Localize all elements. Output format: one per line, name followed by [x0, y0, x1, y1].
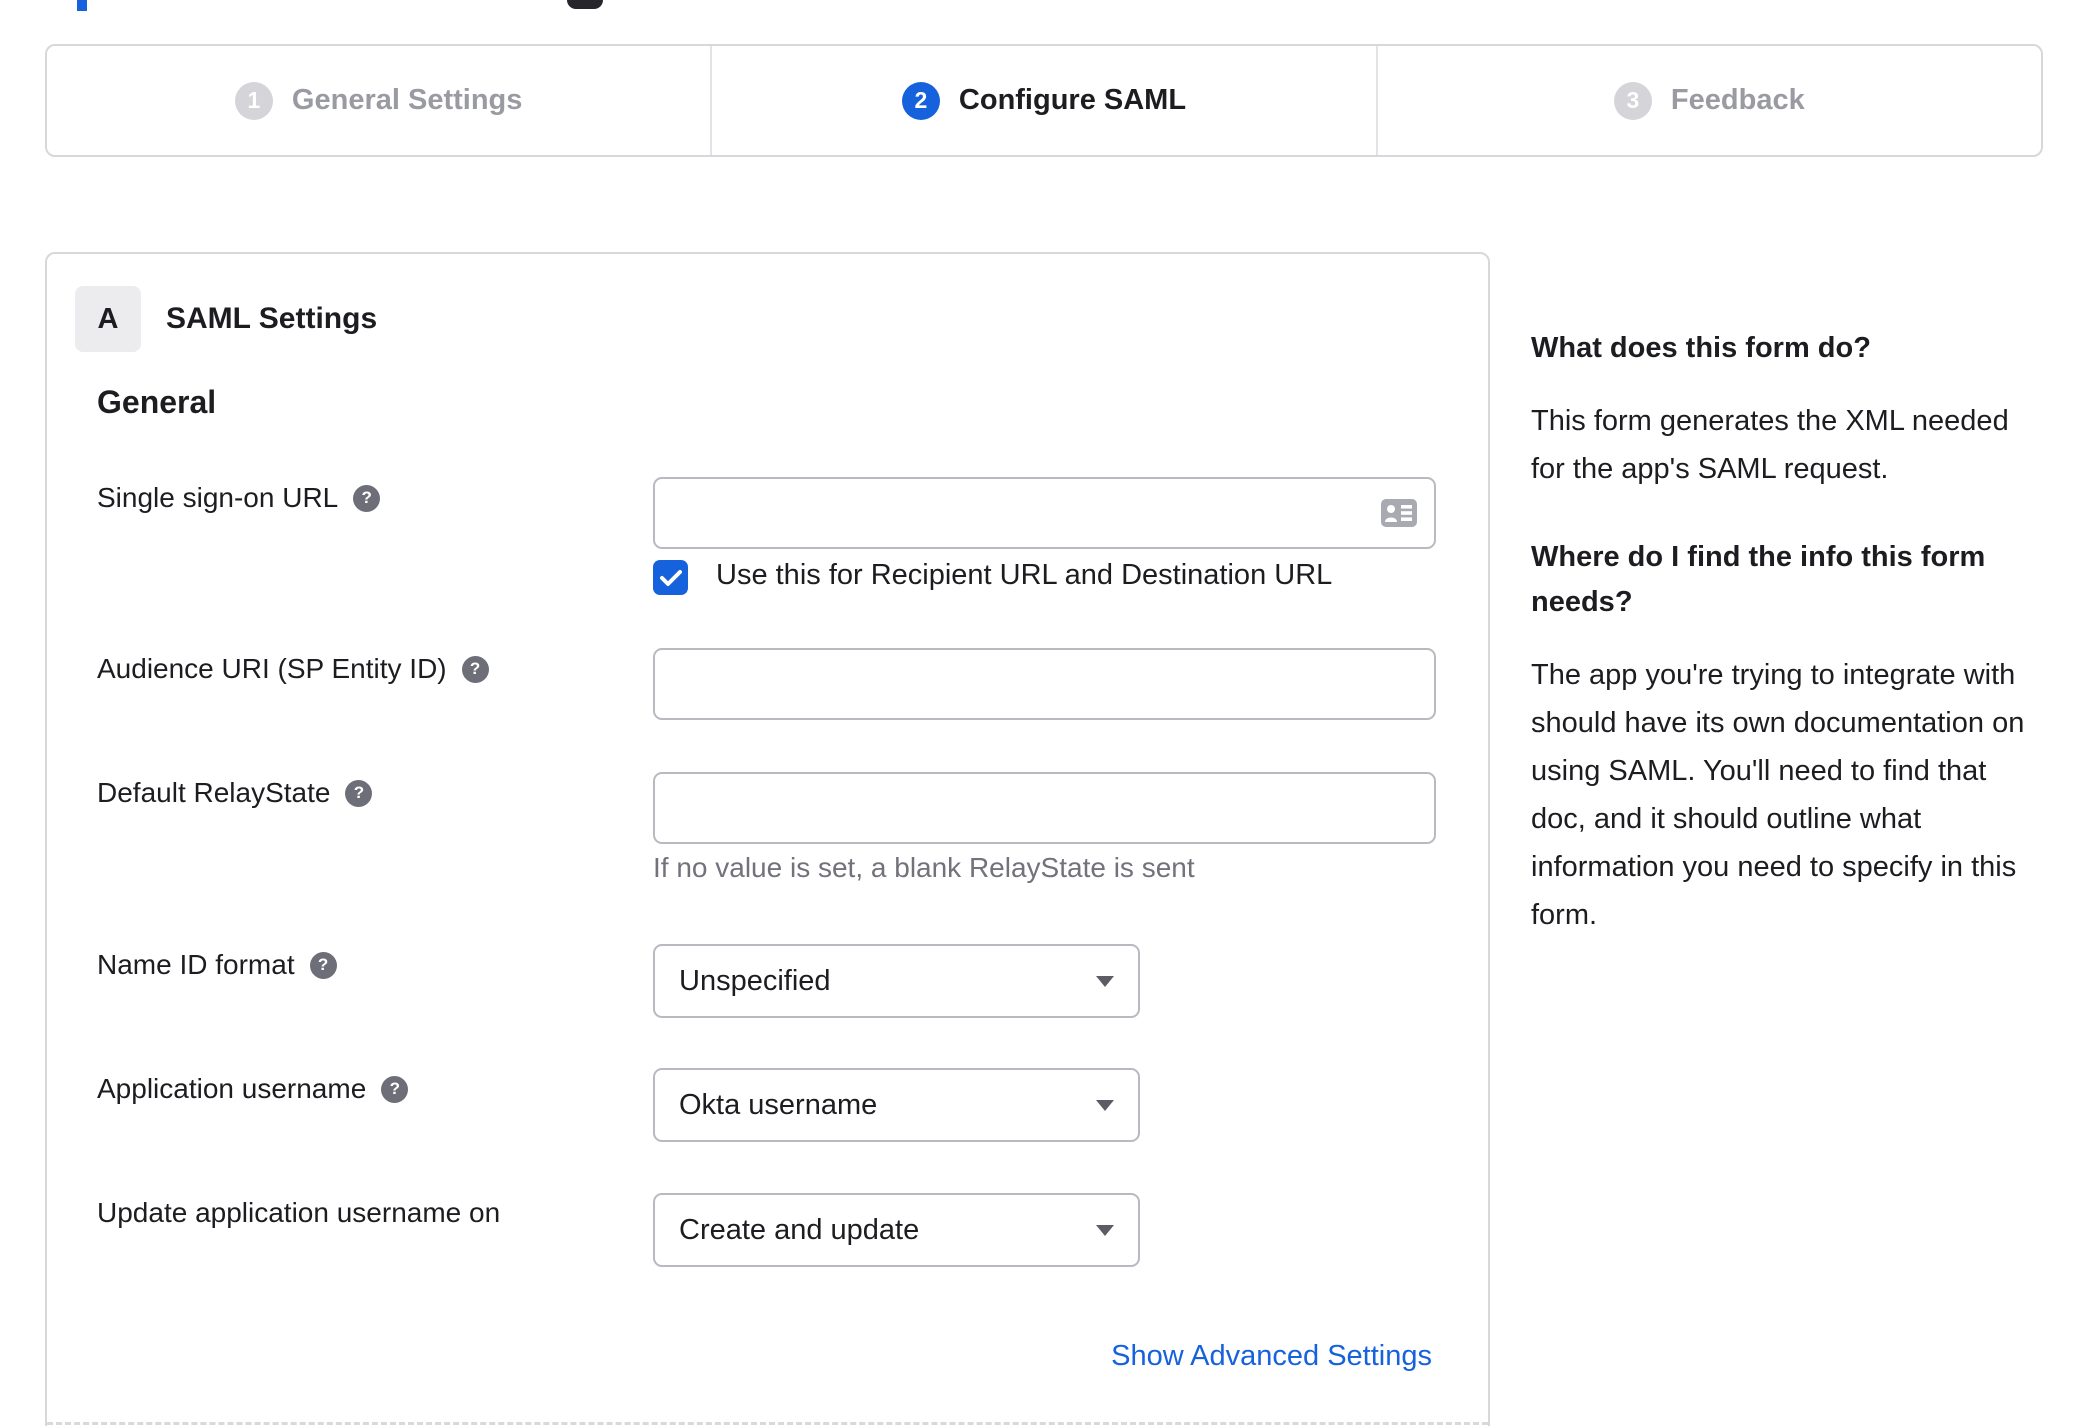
name-id-format-select[interactable]: Unspecified — [653, 944, 1140, 1018]
use-for-recipient-checkbox[interactable] — [653, 560, 688, 595]
single-sign-on-url-input[interactable] — [653, 477, 1436, 549]
help-icon[interactable]: ? — [345, 779, 373, 807]
step-configure-saml[interactable]: 2 Configure SAML — [710, 46, 1375, 155]
section-badge: A — [75, 286, 141, 352]
sidebar-question-body: The app you're trying to integrate with … — [1531, 659, 2025, 931]
show-advanced-settings-link[interactable]: Show Advanced Settings — [1111, 1340, 1432, 1373]
group-heading-general: General — [97, 384, 217, 420]
step-label: Configure SAML — [958, 84, 1187, 116]
step-label: General Settings — [291, 84, 523, 116]
step-label: Feedback — [1670, 84, 1805, 116]
step-number-badge: 3 — [1613, 81, 1652, 120]
step-number-badge: 2 — [901, 81, 940, 120]
saml-settings-panel: A SAML Settings General Single sign-on U… — [45, 252, 1490, 1426]
help-icon[interactable]: ? — [381, 1075, 409, 1103]
step-feedback[interactable]: 3 Feedback — [1375, 46, 2041, 155]
update-app-username-select[interactable]: Create and update — [653, 1193, 1140, 1267]
application-username-label: Application username ? — [97, 1073, 409, 1105]
cutoff-dark-artifact — [567, 0, 603, 9]
help-icon[interactable]: ? — [309, 951, 337, 979]
help-sidebar: What does this form do? This form genera… — [1531, 326, 2047, 981]
check-icon — [659, 569, 682, 586]
sidebar-question-title: What does this form do? — [1531, 332, 1871, 364]
step-number-badge: 1 — [234, 81, 273, 120]
chevron-down-icon — [1096, 976, 1114, 987]
section-divider — [47, 1422, 1488, 1425]
select-value: Okta username — [679, 1088, 878, 1121]
field-label-text: Application username — [97, 1073, 367, 1104]
section-title: SAML Settings — [166, 302, 378, 335]
audience-uri-label: Audience URI (SP Entity ID) ? — [97, 653, 489, 685]
default-relaystate-label: Default RelayState ? — [97, 777, 373, 809]
use-for-recipient-checkbox-label: Use this for Recipient URL and Destinati… — [716, 559, 1333, 591]
configure-saml-page: 1 General Settings 2 Configure SAML 3 Fe… — [0, 0, 2092, 1426]
application-username-select[interactable]: Okta username — [653, 1068, 1140, 1142]
sidebar-question-body: This form generates the XML needed for t… — [1531, 405, 2009, 485]
name-id-format-label: Name ID format ? — [97, 949, 337, 981]
default-relaystate-input[interactable] — [653, 772, 1436, 844]
field-label-text: Default RelayState — [97, 777, 331, 808]
chevron-down-icon — [1096, 1100, 1114, 1111]
cutoff-blue-artifact — [77, 0, 87, 11]
audience-uri-input[interactable] — [653, 648, 1436, 720]
select-value: Unspecified — [679, 964, 831, 997]
field-label-text: Name ID format — [97, 949, 295, 980]
update-app-username-label: Update application username on — [97, 1197, 500, 1229]
chevron-down-icon — [1096, 1225, 1114, 1236]
field-label-text: Single sign-on URL — [97, 482, 339, 513]
field-label-text: Audience URI (SP Entity ID) — [97, 653, 447, 684]
select-value: Create and update — [679, 1213, 920, 1246]
contact-card-icon — [1381, 499, 1417, 527]
single-sign-on-url-label: Single sign-on URL ? — [97, 482, 381, 514]
help-icon[interactable]: ? — [461, 655, 489, 683]
sidebar-question-title: Where do I find the info this form needs… — [1531, 541, 1986, 618]
field-label-text: Update application username on — [97, 1197, 501, 1228]
help-icon[interactable]: ? — [353, 484, 381, 512]
relaystate-hint: If no value is set, a blank RelayState i… — [653, 852, 1195, 883]
step-general-settings[interactable]: 1 General Settings — [47, 46, 710, 155]
wizard-stepper: 1 General Settings 2 Configure SAML 3 Fe… — [45, 44, 2043, 157]
